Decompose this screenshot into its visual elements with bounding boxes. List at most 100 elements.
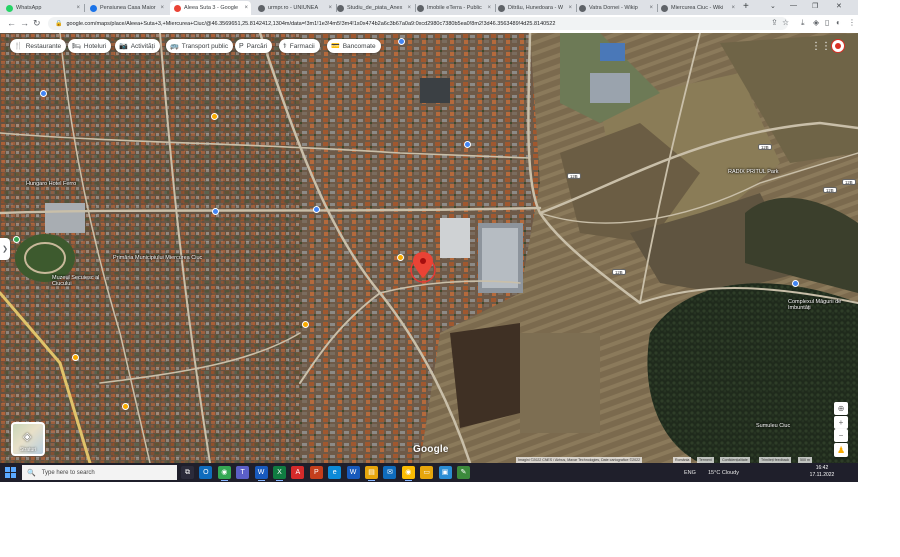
tab-title: Imobile eTerra - Public <box>427 5 482 11</box>
poi-marker[interactable] <box>313 206 320 213</box>
zoom-in-button[interactable]: + <box>834 416 848 429</box>
poi-marker[interactable] <box>397 254 404 261</box>
chrome-taskbar-icon[interactable]: ◉ <box>217 466 231 481</box>
zoom-out-button[interactable]: − <box>834 429 848 442</box>
input-language[interactable]: ENG <box>684 463 696 482</box>
search-icon: 🔍 <box>27 469 36 477</box>
place-label[interactable]: Hungaro Hotel Ferro <box>26 181 76 187</box>
tab-close-icon[interactable]: × <box>649 5 653 11</box>
bookmark-star-icon[interactable]: ☆ <box>782 18 789 27</box>
layers-icon: ◈ <box>23 431 32 443</box>
chip-restaurants[interactable]: 🍴 Restaurante <box>10 39 67 53</box>
chip-hotels[interactable]: 🛏 Hoteluri <box>68 39 112 53</box>
account-avatar[interactable] <box>831 39 845 53</box>
weather-widget[interactable]: 15°C Cloudy <box>708 463 739 482</box>
windows-start-icon[interactable] <box>5 467 16 478</box>
tab-close-icon[interactable]: × <box>407 5 411 11</box>
minimize-icon[interactable]: — <box>790 2 797 9</box>
expand-side-panel-button[interactable]: ❯ <box>0 238 10 260</box>
poi-marker[interactable] <box>792 280 799 287</box>
edge-taskbar-icon[interactable]: e <box>328 466 342 479</box>
teams-taskbar-icon[interactable]: T <box>236 466 250 479</box>
profile-icon[interactable]: ◐ <box>836 18 841 27</box>
reload-button-icon[interactable]: ↻ <box>33 18 41 29</box>
tab-close-icon[interactable]: × <box>328 5 332 11</box>
sidebar-icon[interactable]: ▯ <box>825 18 829 27</box>
chip-activities[interactable]: 📷 Activități <box>115 39 160 53</box>
browser-tab[interactable]: Studiu_de_piata_Anex × <box>333 1 414 15</box>
poi-marker[interactable] <box>40 90 47 97</box>
taskbar-clock[interactable]: 16:42 17.11.2022 <box>807 465 837 479</box>
file-explorer-taskbar-icon[interactable]: ▤ <box>365 466 378 481</box>
road-shield: 12B <box>758 144 772 150</box>
tab-title: WhatsApp <box>16 5 42 11</box>
google-apps-icon[interactable]: ⋮⋮ <box>811 41 831 53</box>
poi-marker[interactable] <box>398 38 405 45</box>
tab-close-icon[interactable]: × <box>568 5 572 11</box>
pegman-icon[interactable]: ♟ <box>834 443 848 457</box>
close-window-icon[interactable]: ✕ <box>836 2 842 10</box>
extensions-icon[interactable]: ◈ <box>813 18 819 27</box>
taskbar-search-box[interactable]: 🔍 Type here to search <box>22 465 177 480</box>
clock-time: 16:42 <box>815 465 829 471</box>
tab-close-icon[interactable]: × <box>244 5 248 11</box>
browser-tab[interactable]: urmpr.ro - UNIUNEA × <box>254 1 335 15</box>
compass-icon[interactable]: ⊕ <box>834 402 848 415</box>
address-bar[interactable]: 🔒 google.com/maps/place/Aleea+Suta+3,+Mi… <box>48 17 788 30</box>
poi-marker[interactable] <box>122 403 129 410</box>
browser-tab[interactable]: Ditrău, Hunedoara - W × <box>494 1 575 15</box>
browser-tab[interactable]: WhatsApp × <box>2 1 83 15</box>
tab-close-icon[interactable]: × <box>76 5 80 11</box>
place-label[interactable]: Primăria Municipiului Miercurea Ciuc <box>113 255 202 261</box>
tab-close-icon[interactable]: × <box>160 5 164 11</box>
poi-marker[interactable] <box>211 113 218 120</box>
browser-tab-strip: WhatsApp × Pensiunea Casa Maior × Aleea Suta… <box>0 0 858 15</box>
browser-tab[interactable]: Vatra Dornei - Wikip × <box>575 1 656 15</box>
new-tab-icon[interactable]: + <box>743 1 749 12</box>
browser-menu-icon[interactable]: ⋮ <box>848 18 856 27</box>
forward-button-icon[interactable]: → <box>20 18 29 29</box>
layers-button[interactable]: ◈ Straturi <box>11 422 45 456</box>
word-2-taskbar-icon[interactable]: W <box>346 466 360 479</box>
atms-icon: 💳 <box>331 43 340 50</box>
poi-marker[interactable] <box>212 208 219 215</box>
back-button-icon[interactable]: ← <box>7 18 16 29</box>
restore-icon[interactable]: ❐ <box>812 2 818 10</box>
browser-tab[interactable]: Pensiunea Casa Maior × <box>86 1 167 15</box>
place-label[interactable]: Complexul Măgurii de Imbuntăți <box>788 299 848 311</box>
place-label[interactable]: RADIX PRITUL Park <box>728 169 779 175</box>
outlook-taskbar-icon[interactable]: O <box>199 466 213 479</box>
word-taskbar-icon[interactable]: W <box>254 466 268 481</box>
tab-search-icon[interactable]: ⌄ <box>770 2 776 10</box>
acrobat-taskbar-icon[interactable]: A <box>291 466 305 479</box>
download-icon[interactable]: ⤓ <box>801 18 805 28</box>
chip-label: Hoteluri <box>83 42 107 50</box>
mail-taskbar-icon[interactable]: ✉ <box>383 466 397 479</box>
satellite-map[interactable]: Hungaro Hotel Ferro Primăria Municipiulu… <box>0 33 858 463</box>
sticky-taskbar-icon[interactable]: ✎ <box>457 466 470 479</box>
poi-marker[interactable] <box>464 141 471 148</box>
windows-taskbar: 🔍 Type here to search ⧉ O ◉ T W X A Pe W ▤ ✉ ◉ ▭ ▣ ✎ E… <box>0 463 858 482</box>
poi-marker[interactable] <box>13 236 20 243</box>
photos-taskbar-icon[interactable]: ▣ <box>438 466 452 479</box>
place-label[interactable]: Muzeul Secuiesc al Ciucului <box>52 275 112 287</box>
task-view-taskbar-icon[interactable]: ⧉ <box>181 466 194 479</box>
chip-atms[interactable]: 💳 Bancomate <box>327 39 381 53</box>
folder-taskbar-icon[interactable]: ▭ <box>420 466 434 479</box>
tab-close-icon[interactable]: × <box>731 5 735 11</box>
chip-public-transport[interactable]: 🚌 Transport public <box>166 39 234 53</box>
powerpoint-taskbar-icon[interactable]: P <box>309 466 323 479</box>
chip-parking[interactable]: P Parcări <box>235 39 273 53</box>
browser-tab[interactable]: Miercurea Ciuc - Wiki × <box>657 1 738 15</box>
excel-taskbar-icon[interactable]: X <box>273 466 286 481</box>
poi-marker[interactable] <box>72 354 79 361</box>
place-label[interactable]: Sumuleu Ciuc <box>756 423 790 429</box>
poi-marker[interactable] <box>302 321 309 328</box>
share-icon[interactable]: ⇪ <box>771 18 778 27</box>
browser-tab[interactable]: Aleea Suta 3 - Google × <box>170 1 251 15</box>
tab-close-icon[interactable]: × <box>487 5 491 11</box>
chip-pharmacies[interactable]: ⚕ Farmacii <box>279 39 320 53</box>
chrome-2-taskbar-icon[interactable]: ◉ <box>401 466 415 481</box>
google-logo: Google <box>413 444 449 455</box>
browser-tab[interactable]: Imobile eTerra - Public × <box>413 1 494 15</box>
